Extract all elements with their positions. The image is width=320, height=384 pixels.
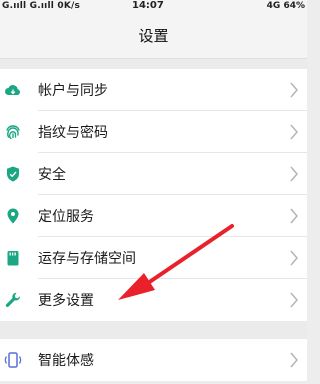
settings-item-fingerprint-password[interactable]: 指纹与密码	[0, 111, 307, 153]
location-pin-icon	[7, 208, 19, 224]
settings-item-smart-motion[interactable]: 智能体感	[0, 339, 307, 381]
storage-card-icon	[7, 251, 19, 266]
title-bar: 设置	[0, 14, 307, 59]
chevron-right-icon	[290, 292, 298, 308]
chevron-right-icon	[290, 250, 298, 266]
shield-icon	[7, 166, 19, 182]
settings-item-label: 更多设置	[38, 293, 94, 309]
settings-list: 帐户与同步 指纹与密码 安全 定位服务 运存与存储空间 更多设置	[0, 69, 307, 321]
chevron-right-icon	[290, 82, 298, 98]
settings-item-memory-storage[interactable]: 运存与存储空间	[0, 237, 307, 279]
settings-item-label: 安全	[38, 167, 66, 183]
signal-status: G.ııll G.ııll 0K/s	[2, 1, 81, 11]
settings-item-security[interactable]: 安全	[0, 153, 307, 195]
settings-item-account-sync[interactable]: 帐户与同步	[0, 69, 307, 111]
settings-item-label: 帐户与同步	[38, 83, 108, 99]
settings-item-label: 指纹与密码	[38, 125, 108, 141]
clock: 14:07	[132, 0, 164, 11]
section-gap	[0, 59, 307, 69]
settings-list-2: 智能体感	[0, 339, 307, 381]
status-bar: G.ııll G.ııll 0K/s 14:07 4G 64%	[0, 0, 307, 14]
settings-item-label: 运存与存储空间	[38, 251, 136, 267]
settings-item-more-settings[interactable]: 更多设置	[0, 279, 307, 321]
settings-item-label: 智能体感	[38, 353, 94, 369]
fingerprint-icon	[6, 125, 20, 140]
chevron-right-icon	[290, 352, 298, 368]
chevron-right-icon	[290, 166, 298, 182]
wrench-icon	[5, 292, 21, 307]
section-gap	[0, 321, 307, 339]
settings-item-label: 定位服务	[38, 209, 94, 225]
chevron-right-icon	[290, 208, 298, 224]
battery-status: 4G 64%	[266, 1, 305, 11]
chevron-right-icon	[290, 124, 298, 140]
cloud-icon	[5, 85, 20, 95]
page-title: 设置	[138, 27, 169, 45]
phone-gesture-icon	[4, 352, 22, 368]
settings-item-location-service[interactable]: 定位服务	[0, 195, 307, 237]
